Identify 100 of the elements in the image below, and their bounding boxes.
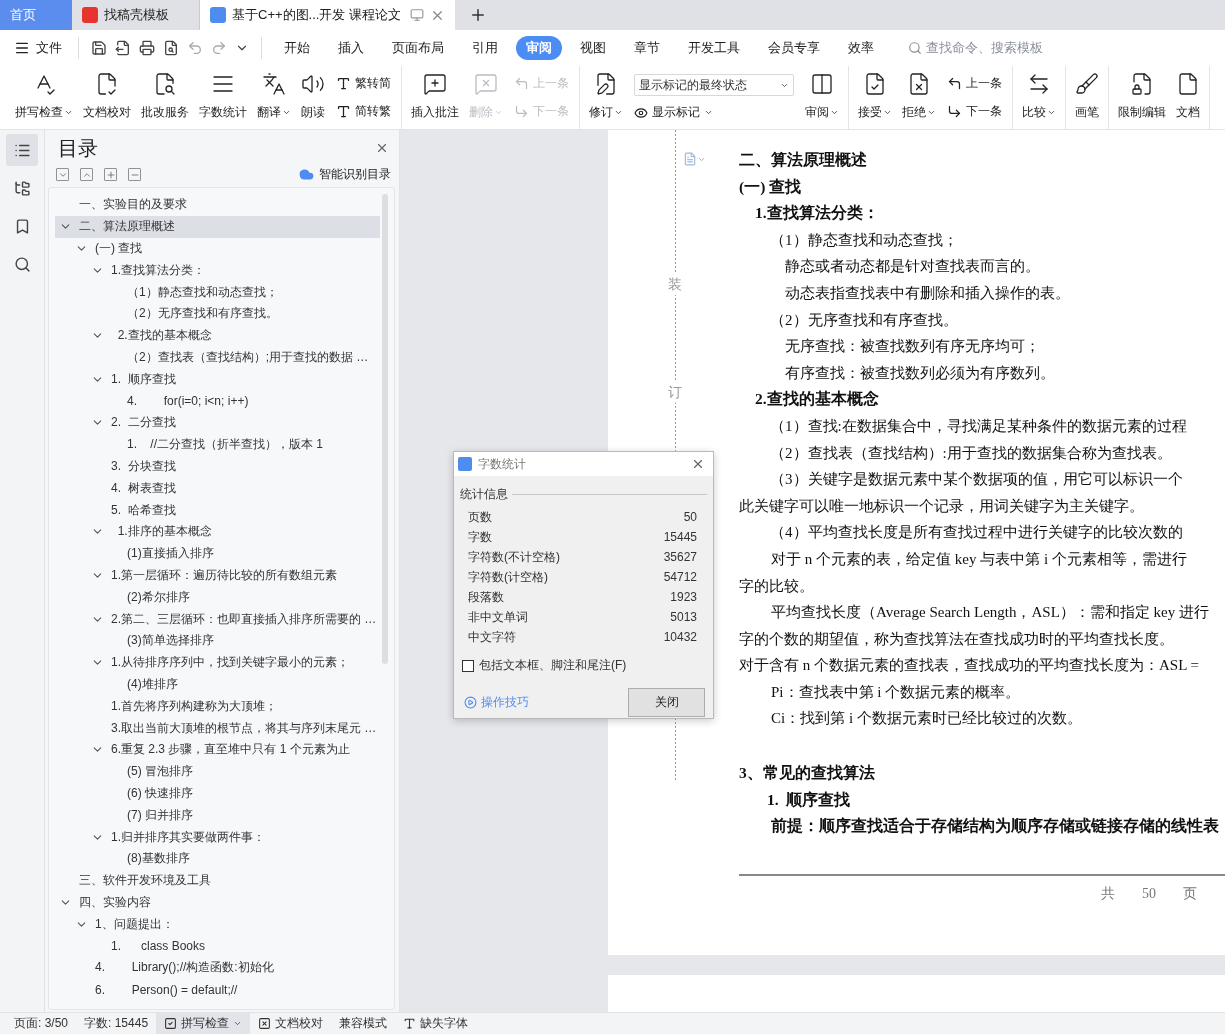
ribbon-button[interactable]: 修订 xyxy=(584,66,628,129)
toc-item[interactable]: 1.第一层循环：遍历待比较的所有数组元素 xyxy=(55,564,380,587)
save-icon[interactable] xyxy=(91,40,107,56)
toc-item[interactable]: 四、实验内容 xyxy=(55,891,380,914)
toc-item[interactable]: 1. class Books xyxy=(55,935,380,957)
toc-item[interactable]: 二、算法原理概述 xyxy=(55,215,380,238)
toc-item[interactable]: 1.归并排序其实要做两件事： xyxy=(55,826,380,848)
toc-item[interactable]: 1、问题提出： xyxy=(55,913,380,936)
print-icon[interactable] xyxy=(139,40,155,56)
menu-tab[interactable]: 章节 xyxy=(624,36,670,60)
document-pen-icon xyxy=(594,72,618,96)
menu-tab[interactable]: 引用 xyxy=(462,36,508,60)
toc-item[interactable]: （2）无序查找和有序查找。 xyxy=(55,303,380,325)
ribbon-button[interactable]: 比较 xyxy=(1017,66,1061,129)
toc-item[interactable]: (3)简单选择排序 xyxy=(55,629,380,652)
menu-tab[interactable]: 视图 xyxy=(570,36,616,60)
ribbon-button[interactable]: 拒绝 xyxy=(897,66,941,129)
status-item[interactable]: 缺失字体 xyxy=(395,1012,477,1034)
close-button[interactable]: 关闭 xyxy=(628,688,705,717)
ribbon-button[interactable]: 繁转简 xyxy=(336,75,391,93)
plus-button[interactable] xyxy=(104,168,117,181)
status-item[interactable]: 拼写检查 xyxy=(156,1012,251,1034)
menu-tab[interactable]: 效率 xyxy=(838,36,884,60)
toc-item[interactable]: 2. 二分查找 xyxy=(55,411,380,434)
ribbon-button[interactable]: 朗读 xyxy=(296,66,330,129)
window-tab[interactable]: 基于C++的图...开发 课程论文 xyxy=(200,0,455,30)
ribbon-button[interactable]: 画笔 xyxy=(1070,66,1104,129)
toc-item[interactable]: 4. 树表查找 xyxy=(55,477,380,500)
toc-item[interactable]: (2)希尔排序 xyxy=(55,586,380,609)
toc-item[interactable]: 1.从待排序序列中，找到关键字最小的元素； xyxy=(55,651,380,674)
menu-tab[interactable]: 开始 xyxy=(274,36,320,60)
toc-item[interactable]: (5) 冒泡排序 xyxy=(55,760,380,783)
ribbon-button[interactable]: 接受 xyxy=(853,66,897,129)
toc-item[interactable]: 1. 顺序查找 xyxy=(55,368,380,391)
menu-tab[interactable]: 插入 xyxy=(328,36,374,60)
toc-item[interactable]: （2）查找表（查找结构）;用于查找的数据 … xyxy=(55,346,380,369)
markup-select[interactable]: 显示标记的最终状态 xyxy=(634,74,794,96)
caret-icon xyxy=(233,1019,243,1028)
collapse-button[interactable] xyxy=(80,168,93,181)
toc-item[interactable]: 5. 哈希查找 xyxy=(55,499,380,521)
status-item[interactable]: 兼容模式 xyxy=(331,1012,396,1034)
file-menu[interactable]: 文件 xyxy=(14,39,70,57)
menu-tab[interactable]: 会员专享 xyxy=(758,36,830,60)
ribbon-button[interactable]: 文档校对 xyxy=(78,66,136,129)
status-item[interactable]: 字数: 15445 xyxy=(76,1012,157,1034)
stat-label: 字数 xyxy=(468,528,492,546)
ribbon-button[interactable]: 批改服务 xyxy=(136,66,194,129)
monitor-icon[interactable] xyxy=(410,8,424,22)
minus-button[interactable] xyxy=(128,168,141,181)
ribbon-button[interactable]: 审阅 xyxy=(800,66,844,129)
toc-item[interactable]: 6. Person() = default;// xyxy=(55,978,380,1001)
toc-item[interactable]: 1.查找算法分类： xyxy=(55,259,380,282)
close-icon[interactable] xyxy=(375,141,389,155)
ribbon-button[interactable]: 下一条 xyxy=(947,102,1002,120)
ribbon-button[interactable]: 插入批注 xyxy=(406,66,464,129)
smart-toc-button[interactable]: 智能识别目录 xyxy=(299,166,391,183)
toc-item[interactable]: 3. 分块查找 xyxy=(55,455,380,478)
paragraph: 字的比较。 xyxy=(739,576,815,596)
toc-item[interactable]: （1）静态查找和动态查找； xyxy=(55,281,380,303)
ribbon-button[interactable]: 上一条 xyxy=(947,75,1002,93)
toc-item[interactable]: 3.取出当前大顶堆的根节点，将其与序列末尾元 … xyxy=(55,717,380,739)
checkbox[interactable] xyxy=(462,659,474,672)
status-item[interactable]: 页面: 3/50 xyxy=(6,1012,77,1034)
x-box-icon xyxy=(258,1017,272,1030)
toc-item[interactable]: 4. Library();//构造函数:初始化 xyxy=(55,956,380,979)
menu-tab[interactable]: 开发工具 xyxy=(678,36,750,60)
close-icon[interactable] xyxy=(691,457,705,471)
ribbon-button[interactable]: 简转繁 xyxy=(336,102,391,120)
dialog-title: 字数统计 xyxy=(478,455,527,473)
ribbon-button[interactable]: 文档 xyxy=(1171,66,1205,129)
ribbon-button[interactable]: 翻译 xyxy=(252,66,296,129)
expand-button[interactable] xyxy=(56,168,69,181)
toc-item[interactable]: 1.首先将序列构建称为大顶堆； xyxy=(55,695,380,718)
toc-item[interactable]: 6.重复 2.3 步骤，直至堆中只有 1 个元素为止 xyxy=(55,738,380,761)
toc-item[interactable]: (1)直接插入排序 xyxy=(55,542,380,565)
toc-item[interactable]: 2.第二、三层循环：也即直接插入排序所需要的 … xyxy=(55,608,380,630)
ribbon-button[interactable]: 限制编辑 xyxy=(1113,66,1171,129)
toc-item[interactable]: (8)基数排序 xyxy=(55,847,380,870)
preview-icon[interactable] xyxy=(163,40,179,56)
toc-item[interactable]: (6) 快速排序 xyxy=(55,782,380,805)
ribbon-button[interactable]: 拼写检查 xyxy=(10,66,78,129)
heading: (一) 查找 xyxy=(739,176,803,197)
outline-button[interactable] xyxy=(6,134,38,166)
toc-item[interactable]: 4. for(i=0; i<n; i++) xyxy=(55,390,380,412)
toc-item[interactable]: 2.查找的基本概念 xyxy=(55,324,380,347)
toc-item[interactable]: (7) 归并排序 xyxy=(55,804,380,827)
toc-item[interactable]: 1. //二分查找（折半查找），版本 1 xyxy=(55,433,380,456)
show-markup-button[interactable]: 显示标记 xyxy=(634,104,794,121)
menu-tab[interactable]: 页面布局 xyxy=(382,36,454,60)
status-item[interactable]: 文档校对 xyxy=(250,1012,332,1034)
scrollbar-thumb[interactable] xyxy=(382,194,388,664)
plus-icon xyxy=(469,6,487,24)
toc-item[interactable]: 1.排序的基本概念 xyxy=(55,520,380,543)
toc-item[interactable]: (4)堆排序 xyxy=(55,673,380,696)
undo-icon[interactable] xyxy=(187,40,203,56)
toc-item[interactable]: (一) 查找 xyxy=(55,237,380,260)
export-icon[interactable] xyxy=(115,40,131,56)
ribbon-button[interactable]: 字数统计 xyxy=(194,66,252,129)
toc-item[interactable]: 一、实验目的及要求 xyxy=(55,194,380,216)
toc-item[interactable]: 三、软件开发环境及工具 xyxy=(55,869,380,892)
